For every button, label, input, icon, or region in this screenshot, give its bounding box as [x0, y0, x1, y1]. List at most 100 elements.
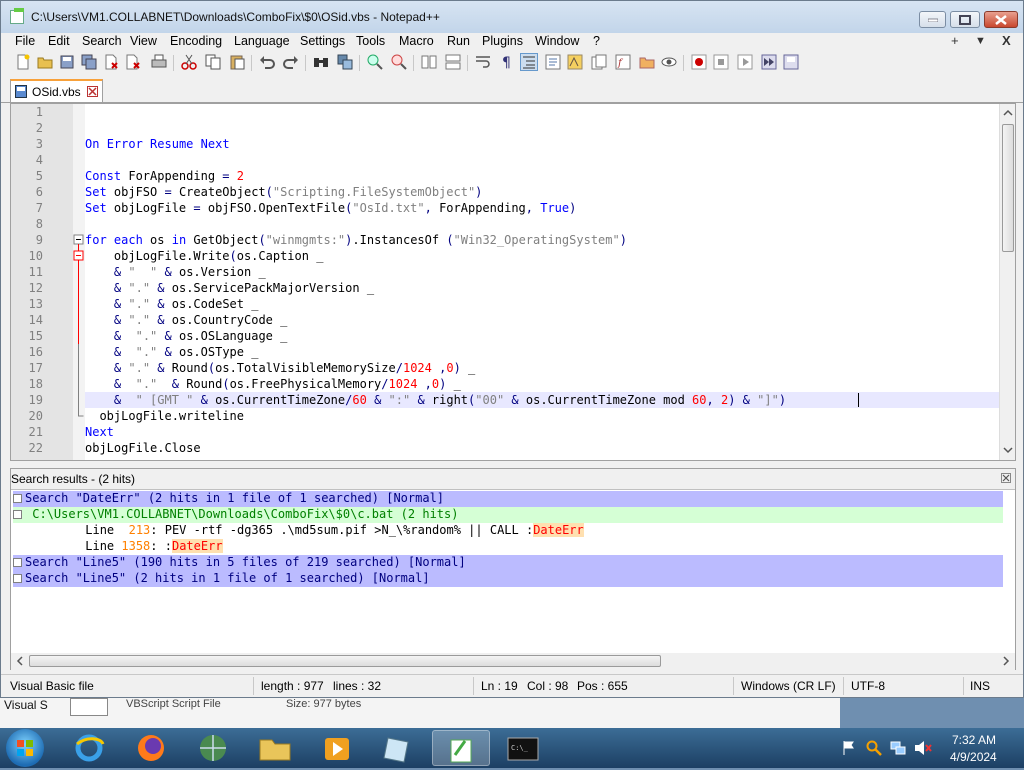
code-line[interactable]: Set objFSO = CreateObject("Scripting.Fil… — [85, 185, 482, 199]
redo-icon[interactable] — [283, 54, 299, 70]
taskbar-media-player[interactable] — [308, 730, 366, 766]
user-lang-icon[interactable] — [545, 54, 561, 70]
code-line[interactable]: Next — [85, 425, 114, 439]
menu-window[interactable]: Window — [535, 34, 579, 48]
search-result-line[interactable]: Line 1358: :DateErr — [13, 539, 1003, 555]
new-file-icon[interactable] — [15, 54, 31, 70]
code-line[interactable]: & "." & os.CountryCode _ — [85, 313, 287, 327]
menu-edit[interactable]: Edit — [48, 34, 70, 48]
scroll-down-icon[interactable] — [1000, 445, 1016, 457]
close-button[interactable] — [984, 11, 1018, 28]
scrollbar-thumb[interactable] — [29, 655, 661, 667]
monitoring-eye-icon[interactable] — [661, 54, 677, 70]
code-editor[interactable]: 1 2 3 4 5 6 7 8 9 10 11 12 13 14 15 16 17 18 19 20 21 22 On E… — [10, 103, 1016, 461]
show-all-chars-icon[interactable]: ¶ — [499, 54, 515, 70]
save-macro-icon[interactable] — [783, 54, 799, 70]
status-eol[interactable]: Windows (CR LF) — [741, 679, 836, 693]
title-bar[interactable]: C:\Users\VM1.COLLABNET\Downloads\ComboFi… — [1, 1, 1023, 33]
paste-icon[interactable] — [229, 54, 245, 70]
taskbar-notepadpp[interactable] — [432, 730, 490, 766]
code-line[interactable]: On Error Resume Next — [85, 137, 230, 151]
indent-guide-icon[interactable] — [520, 53, 538, 71]
menu-settings[interactable]: Settings — [300, 34, 345, 48]
clock-date[interactable]: 4/9/2024 — [950, 750, 997, 764]
code-line[interactable]: objLogFile.Write(os.Caption _ — [85, 249, 324, 263]
menu-encoding[interactable]: Encoding — [170, 34, 222, 48]
copy-icon[interactable] — [205, 54, 221, 70]
code-line[interactable]: & "." & os.ServicePackMajorVersion _ — [85, 281, 374, 295]
play-macro-icon[interactable] — [737, 54, 753, 70]
search-result-group[interactable]: Search "Line5" (190 hits in 5 files of 2… — [13, 555, 1003, 571]
new-tab-plus-button[interactable]: + — [951, 33, 959, 48]
function-list-icon[interactable]: f — [615, 54, 631, 70]
menu-search[interactable]: Search — [82, 34, 122, 48]
sync-horizontal-icon[interactable] — [445, 54, 461, 70]
expand-collapse-icon[interactable] — [13, 558, 22, 567]
code-line[interactable]: objLogFile.Close — [85, 441, 201, 455]
expand-collapse-icon[interactable] — [13, 574, 22, 583]
stop-macro-icon[interactable] — [713, 54, 729, 70]
scroll-left-icon[interactable] — [14, 653, 26, 669]
code-line[interactable]: Set objLogFile = objFSO.OpenTextFile("Os… — [85, 201, 576, 215]
taskbar-firefox[interactable] — [122, 730, 180, 766]
folder-workspace-icon[interactable] — [639, 54, 655, 70]
expand-collapse-icon[interactable] — [13, 510, 22, 519]
doc-map-icon[interactable] — [567, 54, 583, 70]
menu-language[interactable]: Language — [234, 34, 290, 48]
scrollbar-thumb[interactable] — [1002, 124, 1014, 252]
zoom-out-icon[interactable] — [391, 54, 407, 70]
search-result-file[interactable]: C:\Users\VM1.COLLABNET\Downloads\ComboFi… — [13, 507, 1003, 523]
volume-muted-icon[interactable] — [914, 740, 932, 759]
save-all-icon[interactable] — [81, 54, 97, 70]
menu-macro[interactable]: Macro — [399, 34, 434, 48]
expand-collapse-icon[interactable] — [13, 494, 22, 503]
tab-close-icon[interactable] — [87, 86, 98, 97]
taskbar-notepad[interactable] — [370, 730, 428, 766]
tab-osid-vbs[interactable]: OSid.vbs — [10, 79, 103, 102]
menu-view[interactable]: View — [130, 34, 157, 48]
record-macro-icon[interactable] — [691, 54, 707, 70]
close-file-icon[interactable] — [103, 54, 119, 70]
search-result-group[interactable]: Search "DateErr" (2 hits in 1 file of 1 … — [13, 491, 1003, 507]
start-button[interactable] — [6, 729, 44, 767]
taskbar-explorer[interactable] — [246, 730, 304, 766]
replace-icon[interactable] — [337, 54, 353, 70]
code-line[interactable]: & " [GMT " & os.CurrentTimeZone/60 & ":"… — [85, 393, 786, 407]
taskbar-cmd[interactable]: C:\_ — [494, 730, 552, 766]
tab-list-dropdown-button[interactable]: ▼ — [975, 35, 986, 47]
print-icon[interactable] — [151, 54, 167, 70]
maximize-button[interactable] — [950, 11, 980, 28]
status-encoding[interactable]: UTF-8 — [851, 679, 885, 693]
code-line[interactable]: & "." & os.OSLanguage _ — [85, 329, 287, 343]
menu-tools[interactable]: Tools — [356, 34, 385, 48]
undo-icon[interactable] — [259, 54, 275, 70]
cut-icon[interactable] — [181, 54, 197, 70]
code-line[interactable]: & "." & os.OSType _ — [85, 345, 259, 359]
menu-plugins[interactable]: Plugins — [482, 34, 523, 48]
clock-time[interactable]: 7:32 AM — [952, 733, 996, 747]
search-tray-icon[interactable] — [866, 740, 882, 759]
taskbar-globe-app[interactable] — [184, 730, 242, 766]
search-horizontal-scrollbar[interactable] — [11, 653, 1015, 670]
menu-run[interactable]: Run — [447, 34, 470, 48]
open-file-icon[interactable] — [37, 54, 53, 70]
sync-vertical-icon[interactable] — [421, 54, 437, 70]
menu-file[interactable]: File — [15, 34, 35, 48]
find-icon[interactable] — [313, 54, 329, 70]
code-line[interactable]: for each os in GetObject("winmgmts:").In… — [85, 233, 627, 247]
editor-vertical-scrollbar[interactable] — [999, 104, 1016, 460]
menu-help[interactable]: ? — [593, 34, 600, 48]
action-center-flag-icon[interactable] — [842, 740, 856, 759]
close-document-x-button[interactable]: X — [1002, 33, 1011, 48]
minimize-button[interactable] — [919, 11, 946, 28]
run-macro-multiple-icon[interactable] — [761, 54, 777, 70]
word-wrap-icon[interactable] — [475, 54, 491, 70]
status-insert-mode[interactable]: INS — [970, 679, 990, 693]
zoom-in-icon[interactable] — [367, 54, 383, 70]
scroll-right-icon[interactable] — [1000, 653, 1012, 669]
code-line[interactable]: & "." & Round(os.FreePhysicalMemory/1024… — [85, 377, 461, 391]
save-icon[interactable] — [59, 54, 75, 70]
code-line[interactable]: objLogFile.writeline — [85, 409, 244, 423]
search-panel-close-icon[interactable] — [1001, 473, 1011, 483]
scroll-up-icon[interactable] — [1000, 107, 1016, 119]
